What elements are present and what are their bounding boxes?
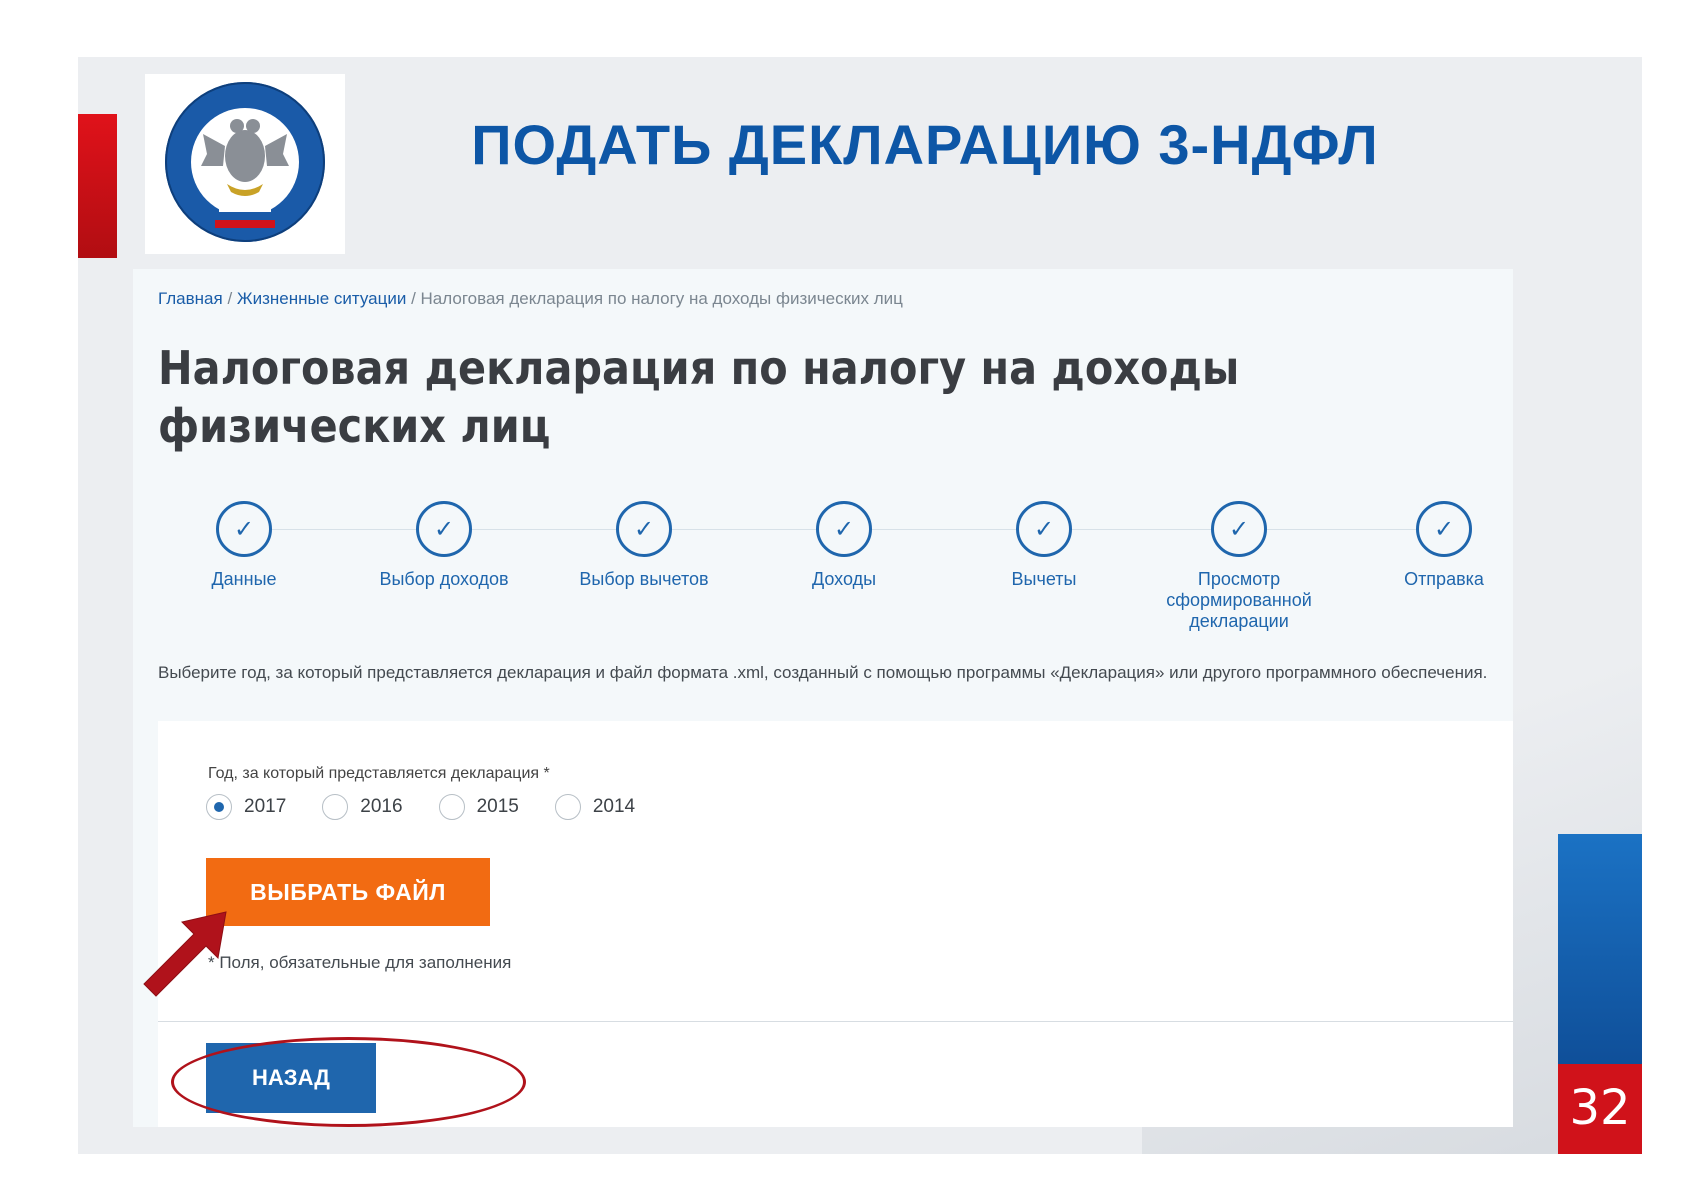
year-option-2017[interactable]: 2017 — [206, 794, 286, 820]
check-icon: ✓ — [616, 501, 672, 557]
step-label: Выбор доходов — [379, 569, 509, 589]
check-icon: ✓ — [1416, 501, 1472, 557]
breadcrumb-home[interactable]: Главная — [158, 289, 223, 308]
instructions-text: Выберите год, за который представляется … — [158, 663, 1488, 682]
radio-button[interactable] — [554, 794, 581, 820]
radio-button[interactable] — [438, 794, 465, 820]
check-icon: ✓ — [816, 501, 872, 557]
step-label: Выбор вычетов — [579, 569, 709, 589]
check-icon: ✓ — [416, 501, 472, 557]
year-label-text: 2015 — [476, 796, 519, 817]
step-label: Данные — [211, 569, 277, 589]
year-radio-group: 2017 2016 2015 2014 — [206, 794, 671, 820]
radio-button-checked[interactable] — [206, 794, 232, 820]
breadcrumb-current: Налоговая декларация по налогу на доходы… — [420, 289, 903, 308]
fns-logo — [145, 74, 345, 254]
page-title: Налоговая декларация по налогу на доходы… — [158, 341, 1240, 453]
breadcrumb-separator: / — [406, 289, 421, 308]
radio-button[interactable] — [322, 794, 349, 820]
step-label: Доходы — [811, 569, 877, 589]
step-deductions[interactable]: ✓ Вычеты — [944, 501, 1144, 590]
pointer-arrow-icon — [143, 911, 227, 997]
check-icon: ✓ — [1211, 501, 1267, 557]
choose-file-button[interactable]: ВЫБРАТЬ ФАЙЛ — [206, 858, 490, 926]
year-field-label: Год, за который представляется деклараци… — [208, 765, 550, 782]
breadcrumb-life-situations[interactable]: Жизненные ситуации — [237, 289, 406, 308]
year-option-2016[interactable]: 2016 — [322, 794, 403, 820]
red-accent-bar — [78, 114, 117, 258]
year-label-text: 2016 — [360, 796, 403, 817]
step-label: Просмотр сформированной декларации — [1166, 569, 1312, 631]
step-data[interactable]: ✓ Данные — [144, 501, 344, 590]
step-deduction-choice[interactable]: ✓ Выбор вычетов — [544, 501, 744, 590]
year-option-2015[interactable]: 2015 — [438, 794, 519, 820]
step-income[interactable]: ✓ Доходы — [744, 501, 944, 590]
step-label: Отправка — [1404, 569, 1484, 589]
breadcrumb-separator: / — [222, 289, 237, 308]
screenshot-panel: Главная / Жизненные ситуации / Налоговая… — [133, 269, 1513, 1127]
year-label-text: 2014 — [592, 796, 636, 817]
year-label-text: 2017 — [244, 796, 287, 817]
slide-title: ПОДАТЬ ДЕКЛАРАЦИЮ 3-НДФЛ — [471, 113, 1379, 176]
breadcrumb: Главная / Жизненные ситуации / Налоговая… — [158, 289, 903, 309]
step-send[interactable]: ✓ Отправка — [1344, 501, 1544, 590]
form-divider — [158, 1021, 1513, 1022]
blue-accent-bar — [1558, 834, 1642, 1064]
required-fields-note: * Поля, обязательные для заполнения — [208, 953, 512, 972]
highlight-ellipse — [171, 1037, 526, 1127]
fns-emblem-icon — [165, 82, 325, 242]
check-icon: ✓ — [216, 501, 272, 557]
check-icon: ✓ — [1016, 501, 1072, 557]
step-income-choice[interactable]: ✓ Выбор доходов — [344, 501, 544, 590]
page-number: 32 — [1558, 1064, 1642, 1154]
step-label: Вычеты — [1011, 569, 1077, 589]
step-preview[interactable]: ✓ Просмотр сформированной декларации — [1144, 501, 1334, 632]
year-option-2014[interactable]: 2014 — [554, 794, 636, 820]
